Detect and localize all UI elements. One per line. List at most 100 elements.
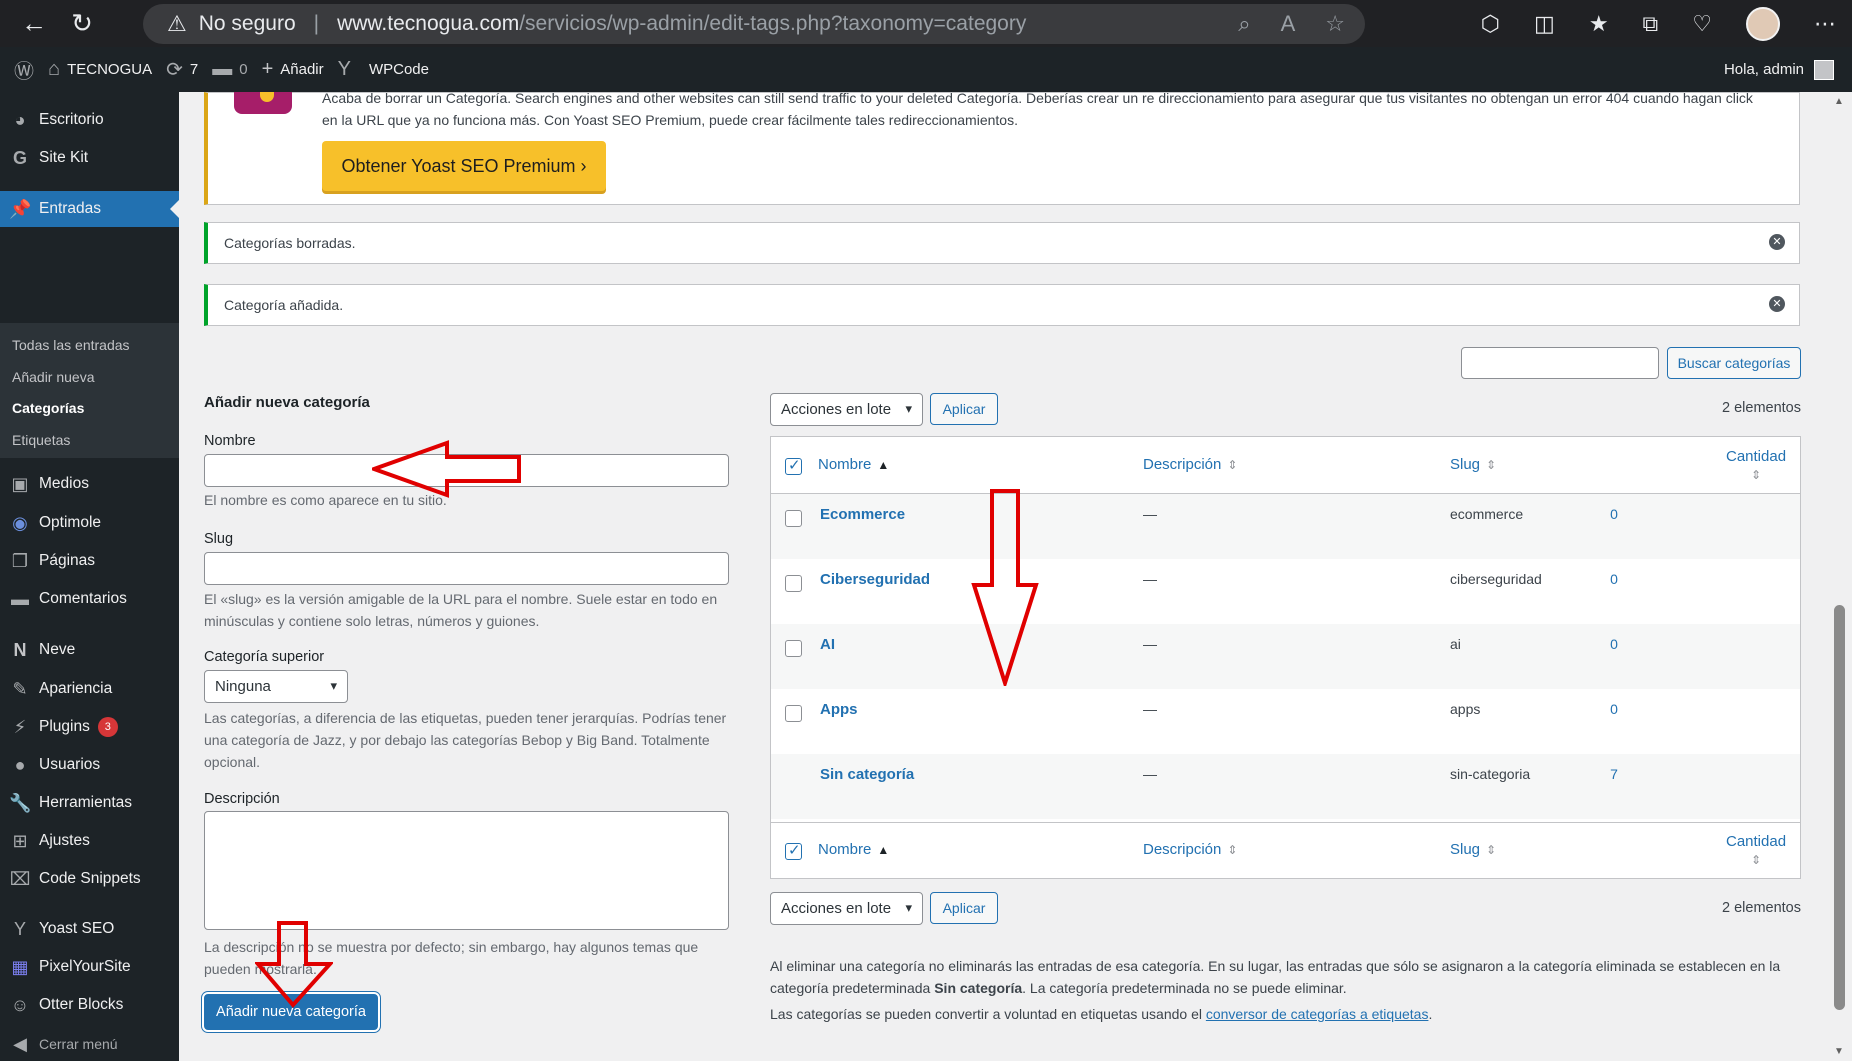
slug-input[interactable]	[204, 552, 729, 585]
category-count-link[interactable]: 0	[1603, 701, 1625, 717]
description-textarea[interactable]	[204, 811, 729, 930]
sidebar-item-code-snippets[interactable]: ⌧ Code Snippets	[0, 861, 179, 897]
sidebar-item-site-kit[interactable]: G Site Kit	[0, 140, 179, 176]
sidebar-item-ajustes[interactable]: ⊞ Ajustes	[0, 823, 179, 859]
collapse-menu-button[interactable]: ◀ Cerrar menú	[0, 1026, 179, 1061]
row-checkbox[interactable]	[785, 510, 802, 527]
updates-link[interactable]: ⟳ 7	[166, 47, 198, 92]
category-name-link[interactable]: Sin categoría	[820, 766, 914, 783]
yoast-adminbar-icon[interactable]: Y	[338, 47, 351, 92]
category-description: —	[1143, 636, 1157, 652]
row-checkbox[interactable]	[785, 640, 802, 657]
yoast-logo-icon	[234, 92, 292, 114]
table-header: Nombre ▲ Descripción ⇕ Slug ⇕ Cantidad ⇕	[771, 437, 1800, 494]
category-name-link[interactable]: AI	[820, 636, 835, 653]
sidebar-item-apariencia[interactable]: ✎ Apariencia	[0, 671, 179, 707]
row-checkbox[interactable]	[785, 575, 802, 592]
sidebar-item-label: Site Kit	[39, 149, 89, 166]
bulk-actions-select-bottom[interactable]: Acciones en lote ▾	[770, 892, 923, 925]
category-count-link[interactable]: 0	[1603, 506, 1625, 522]
category-name-link[interactable]: Apps	[820, 701, 858, 718]
default-category-name: Sin categoría	[934, 980, 1023, 996]
bulk-actions-select-top[interactable]: Acciones en lote ▾	[770, 393, 923, 426]
sidebar-item-optimole[interactable]: ◉ Optimole	[0, 505, 179, 541]
back-icon[interactable]: ←	[14, 4, 54, 44]
scroll-down-icon[interactable]: ▼	[1834, 1046, 1844, 1057]
submenu-categorias[interactable]: Categorías	[12, 400, 84, 416]
favorite-star-icon[interactable]: ☆	[1325, 11, 1345, 37]
category-tag-converter-link[interactable]: conversor de categorías a etiquetas	[1206, 1006, 1429, 1022]
comments-count: 0	[239, 61, 248, 78]
sidebar-item-plugins[interactable]: ⚡ Plugins 3	[0, 709, 179, 745]
categories-deleted-notice: Categorías borradas. ✕	[204, 222, 1800, 264]
column-label: Cantidad	[1726, 448, 1787, 465]
wordpress-logo-icon[interactable]: Ⓦ	[14, 47, 34, 92]
scroll-up-icon[interactable]: ▲	[1834, 96, 1844, 107]
get-yoast-premium-button[interactable]: Obtener Yoast SEO Premium ›	[322, 141, 606, 191]
sidebar-item-pixelyoursite[interactable]: ▦ PixelYourSite	[0, 949, 179, 985]
select-all-checkbox-bottom[interactable]	[785, 841, 802, 860]
sidebar-item-neve[interactable]: N Neve	[0, 632, 179, 668]
submenu-todas-las-entradas[interactable]: Todas las entradas	[12, 337, 130, 353]
sidebar-item-comentarios[interactable]: ▬ Comentarios	[0, 581, 179, 617]
column-name-footer[interactable]: Nombre ▲	[818, 841, 889, 858]
collections-icon[interactable]: ⧉	[1643, 11, 1659, 37]
apply-button-top[interactable]: Aplicar	[930, 393, 998, 425]
sidebar-item-label: Cerrar menú	[39, 1036, 118, 1052]
sidebar-item-escritorio[interactable]: ◕ Escritorio	[0, 102, 179, 138]
submenu-etiquetas[interactable]: Etiquetas	[12, 432, 70, 448]
category-count-link[interactable]: 0	[1603, 571, 1625, 587]
search-categories-input[interactable]	[1461, 347, 1659, 379]
my-account-link[interactable]: Hola, admin	[1724, 47, 1834, 92]
column-count-header[interactable]: Cantidad ⇕	[1726, 448, 1786, 484]
more-options-icon[interactable]: ⋯	[1814, 11, 1836, 37]
sidebar-item-herramientas[interactable]: 🔧 Herramientas	[0, 785, 179, 821]
read-aloud-icon[interactable]: A	[1281, 11, 1296, 37]
category-count-link[interactable]: 7	[1603, 766, 1625, 782]
apply-button-bottom[interactable]: Aplicar	[930, 892, 998, 924]
comments-link[interactable]: ▬ 0	[212, 47, 247, 92]
sidebar-item-entradas[interactable]: 📌 Entradas	[0, 191, 179, 227]
column-description-header[interactable]: Descripción ⇕	[1143, 456, 1237, 473]
split-screen-icon[interactable]: ◫	[1534, 11, 1555, 37]
row-checkbox[interactable]	[785, 705, 802, 722]
settings-icon: ⊞	[12, 830, 28, 851]
sidebar-item-label: Escritorio	[39, 111, 104, 128]
dismiss-icon[interactable]: ✕	[1769, 296, 1785, 312]
submenu-anadir-nueva[interactable]: Añadir nueva	[12, 369, 95, 385]
reload-icon[interactable]: ↻	[62, 4, 102, 44]
column-name-header[interactable]: Nombre ▲	[818, 456, 889, 473]
sidebar-item-usuarios[interactable]: ● Usuarios	[0, 747, 179, 783]
warning-icon: ⚠	[167, 11, 187, 36]
scrollbar-thumb[interactable]	[1834, 605, 1845, 1010]
sidebar-item-yoast-seo[interactable]: Y Yoast SEO	[0, 911, 179, 947]
sidebar-item-paginas[interactable]: ❐ Páginas	[0, 543, 179, 579]
search-categories-button[interactable]: Buscar categorías	[1667, 347, 1801, 379]
category-slug: apps	[1450, 701, 1481, 717]
dismiss-icon[interactable]: ✕	[1769, 234, 1785, 250]
category-added-notice: Categoría añadida. ✕	[204, 284, 1800, 326]
select-all-checkbox[interactable]	[785, 456, 802, 475]
column-count-footer[interactable]: Cantidad ⇕	[1726, 833, 1786, 869]
column-description-footer[interactable]: Descripción ⇕	[1143, 841, 1237, 858]
extensions-icon[interactable]: ⬡	[1481, 11, 1500, 37]
category-name-link[interactable]: Ecommerce	[820, 506, 905, 523]
address-bar[interactable]: ⚠ No seguro | www.tecnogua.com/servicios…	[143, 4, 1365, 44]
profile-avatar[interactable]	[1746, 6, 1780, 41]
parent-category-select[interactable]: Ninguna ▾	[204, 670, 348, 703]
favorites-icon[interactable]: ★	[1589, 11, 1609, 37]
site-name-link[interactable]: ⌂ TECNOGUA	[48, 47, 152, 92]
add-category-title: Añadir nueva categoría	[204, 394, 370, 411]
sidebar-item-otter-blocks[interactable]: ☺ Otter Blocks	[0, 987, 179, 1023]
performance-icon[interactable]: ♡	[1692, 11, 1712, 37]
column-slug-footer[interactable]: Slug ⇕	[1450, 841, 1496, 858]
category-name-link[interactable]: Ciberseguridad	[820, 571, 930, 588]
plus-icon: +	[261, 58, 274, 80]
wpcode-link[interactable]: WPCode	[369, 47, 429, 92]
sidebar-item-medios[interactable]: ▣ Medios	[0, 466, 179, 502]
notice-text: Categorías borradas.	[224, 235, 356, 251]
zoom-icon[interactable]: ⌕	[1238, 11, 1250, 37]
column-slug-header[interactable]: Slug ⇕	[1450, 456, 1496, 473]
category-count-link[interactable]: 0	[1603, 636, 1625, 652]
add-new-link[interactable]: + Añadir	[262, 47, 324, 92]
